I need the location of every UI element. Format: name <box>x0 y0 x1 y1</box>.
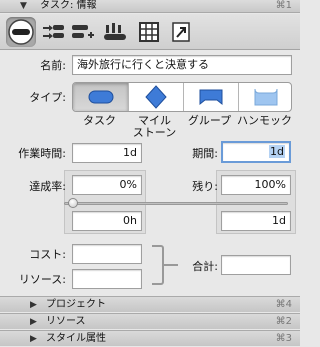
table-view-tab[interactable] <box>134 17 164 47</box>
type-label: タイプ: <box>29 91 66 104</box>
people-icon <box>104 23 126 40</box>
disclosure-closed-triangle-icon[interactable]: ▶ <box>30 333 37 345</box>
task-dependency-icon <box>43 25 64 39</box>
section-resources-title: リソース <box>46 316 86 327</box>
name-label: 名前: <box>40 59 66 72</box>
type-group-button[interactable] <box>183 83 238 111</box>
inspector-title: タスク: 情報 <box>40 0 97 11</box>
dependencies-tab[interactable] <box>38 17 68 47</box>
type-task-button[interactable] <box>73 83 128 111</box>
section-project-shortcut: ⌘4 <box>275 299 292 310</box>
milestone-diamond-icon <box>145 85 167 109</box>
cost-label: コスト: <box>29 248 66 261</box>
progress-slider-track[interactable] <box>64 202 288 205</box>
task-info-tab[interactable] <box>6 17 36 47</box>
remaining-label: 残り: <box>192 180 218 193</box>
total-label: 合計: <box>192 260 218 273</box>
resource-assignment-tab[interactable] <box>68 17 98 47</box>
arrow-out-icon <box>172 22 190 42</box>
section-project-title: プロジェクト <box>46 299 106 310</box>
total-field[interactable] <box>221 255 291 275</box>
work-field[interactable]: 1d <box>72 143 142 163</box>
resource-assign-icon <box>72 25 94 38</box>
percent-remaining-field[interactable]: 100% <box>221 175 291 195</box>
disclosure-closed-triangle-icon[interactable]: ▶ <box>30 299 37 311</box>
section-project[interactable]: ▶ プロジェクト ⌘4 <box>0 296 300 312</box>
cost-field[interactable] <box>72 244 142 264</box>
resource-people-tab[interactable] <box>100 17 130 47</box>
sum-bracket <box>152 245 164 285</box>
remaining-time-field[interactable]: 1d <box>221 211 291 231</box>
duration-label: 期間: <box>192 147 218 160</box>
name-field[interactable]: 海外旅行に行くと決意する <box>72 55 292 75</box>
type-group-label: グループ <box>187 114 232 127</box>
section-resources-shortcut: ⌘2 <box>275 316 292 327</box>
resources-field[interactable] <box>72 269 142 289</box>
elapsed-time-field[interactable]: 0h <box>72 211 142 231</box>
type-hammock-button[interactable] <box>238 83 291 111</box>
inspector-toolbar <box>0 14 300 50</box>
type-segmented-control <box>72 82 292 112</box>
type-hammock-label: ハンモック <box>237 114 292 127</box>
section-resources[interactable]: ▶ リソース ⌘2 <box>0 313 300 329</box>
table-icon <box>139 22 159 42</box>
sum-bracket-stem <box>164 264 178 266</box>
type-milestone-button[interactable] <box>128 83 183 111</box>
shortcut-label: ⌘1 <box>275 0 292 11</box>
export-link-tab[interactable] <box>166 17 196 47</box>
percent-complete-field[interactable]: 0% <box>72 175 142 195</box>
duration-value: 1d <box>269 145 285 158</box>
hammock-icon <box>254 88 278 106</box>
section-style-title: スタイル属性 <box>46 333 106 344</box>
group-bracket-icon <box>199 89 223 106</box>
resources-label: リソース: <box>18 273 66 286</box>
inspector-header[interactable]: ▼ タスク: 情報 ⌘1 <box>0 0 300 13</box>
task-pill-icon <box>8 19 34 45</box>
percent-complete-label: 達成率: <box>29 180 66 193</box>
type-milestone-label: マイル ストーン <box>132 114 177 139</box>
disclosure-triangle-icon[interactable]: ▼ <box>20 1 27 12</box>
work-label: 作業時間: <box>18 147 66 160</box>
progress-slider-thumb[interactable] <box>68 198 78 208</box>
section-style[interactable]: ▶ スタイル属性 ⌘3 <box>0 330 300 346</box>
disclosure-closed-triangle-icon[interactable]: ▶ <box>30 316 37 328</box>
type-task-label: タスク <box>83 114 116 127</box>
task-pill-icon <box>88 90 113 104</box>
duration-field[interactable]: 1d <box>221 141 291 163</box>
section-style-shortcut: ⌘3 <box>275 333 292 344</box>
